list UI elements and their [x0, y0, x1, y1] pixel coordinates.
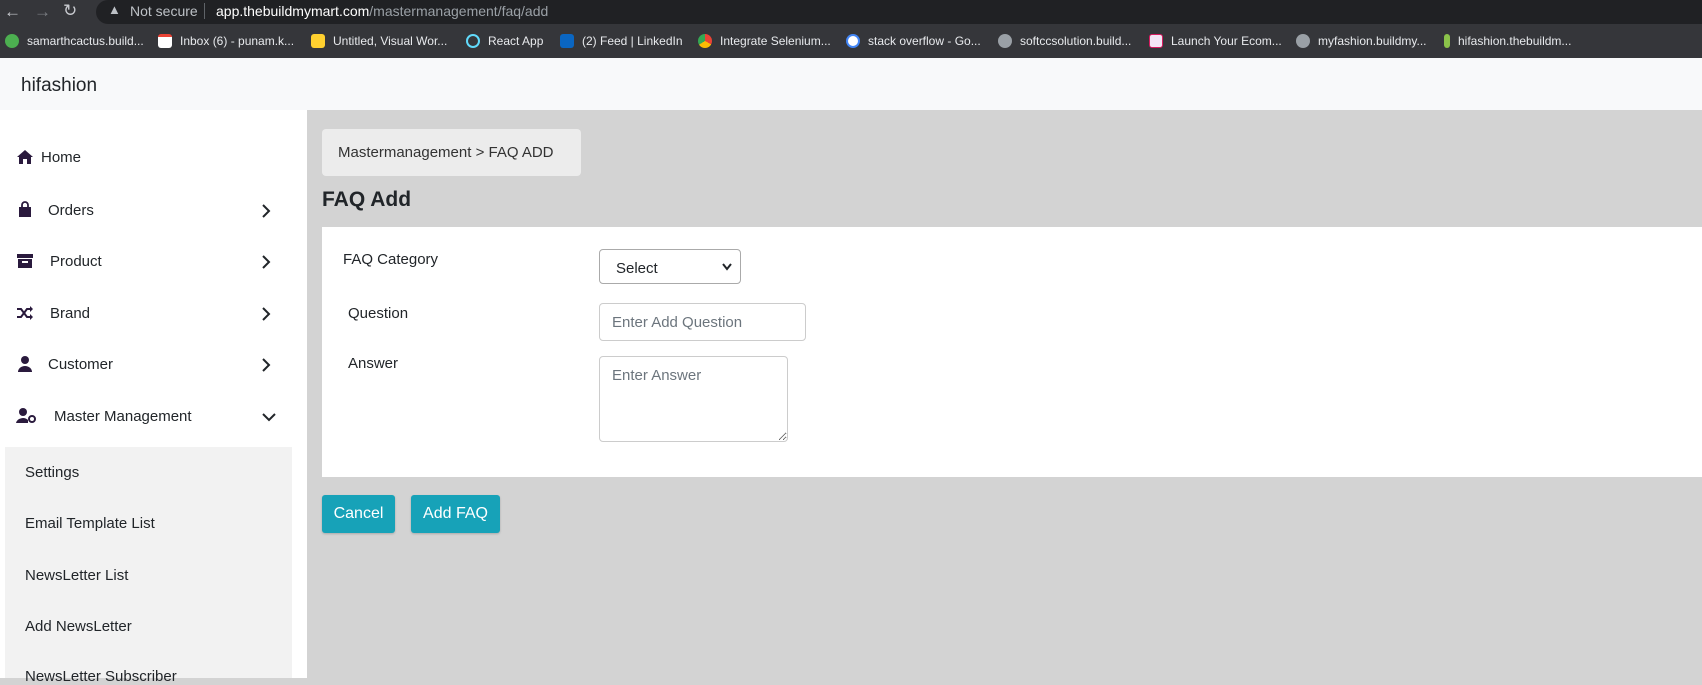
submenu-item-settings[interactable]: Settings: [25, 464, 79, 481]
sidebar-item-master-management[interactable]: Master Management: [0, 397, 307, 437]
bookmark-item[interactable]: stack overflow - Go...: [846, 34, 981, 48]
cancel-button[interactable]: Cancel: [322, 495, 395, 533]
bookmark-label: Untitled, Visual Wor...: [333, 34, 448, 48]
breadcrumb: Mastermanagement > FAQ ADD: [322, 129, 581, 176]
sidebar-item-label: Brand: [50, 305, 91, 322]
submenu-item-newsletter-subscriber[interactable]: NewsLetter Subscriber: [25, 668, 177, 685]
url-path: /mastermanagement/faq/add: [369, 3, 549, 19]
home-icon: [17, 150, 33, 164]
gmail-icon: [158, 34, 172, 48]
master-management-submenu: Settings Email Template List NewsLetter …: [5, 447, 292, 685]
bookmark-item[interactable]: Launch Your Ecom...: [1149, 34, 1282, 48]
chevron-down-icon: [722, 263, 732, 271]
sidebar-item-home[interactable]: Home: [0, 138, 307, 178]
chevron-down-icon: [262, 413, 276, 422]
faq-form-card: FAQ Category Select Question Answer: [322, 227, 1702, 477]
browser-toolbar: ← → ↻ ▲ Not secure app.thebuildmymart.co…: [0, 0, 1702, 24]
warning-icon: ▲: [108, 2, 121, 17]
url-divider: [204, 3, 205, 19]
bookmark-item[interactable]: hifashion.thebuildm...: [1444, 34, 1571, 48]
submenu-item-add-newsletter[interactable]: Add NewsLetter: [25, 618, 132, 635]
breadcrumb-text[interactable]: Mastermanagement > FAQ ADD: [338, 144, 554, 161]
answer-textarea[interactable]: [599, 356, 788, 442]
security-label: Not secure: [130, 3, 198, 19]
google-icon: [846, 34, 860, 48]
bookmark-label: softccsolution.build...: [1020, 34, 1132, 48]
bookmark-favicon-icon: [5, 34, 19, 48]
sidebar-item-label: Home: [41, 149, 82, 166]
bookmark-label: (2) Feed | LinkedIn: [582, 34, 683, 48]
sidebar-item-product[interactable]: Product: [0, 242, 307, 282]
linkedin-icon: [560, 34, 574, 48]
page-title: FAQ Add: [322, 188, 412, 211]
globe-icon: [998, 34, 1012, 48]
react-icon: [466, 34, 480, 48]
question-input[interactable]: [599, 303, 806, 341]
shopping-bag-icon: [19, 201, 31, 217]
answer-label: Answer: [348, 355, 399, 372]
globe-icon: [1296, 34, 1310, 48]
user-cog-icon: [16, 408, 36, 423]
bookmark-label: stack overflow - Go...: [868, 34, 981, 48]
bookmark-label: React App: [488, 34, 544, 48]
faq-category-selected-value: Select: [616, 260, 658, 277]
faq-category-select[interactable]: Select: [599, 249, 741, 284]
sidebar-item-label: Customer: [48, 356, 114, 373]
bookmark-item[interactable]: myfashion.buildmy...: [1296, 34, 1427, 48]
sidebar-item-label: Orders: [48, 202, 94, 219]
address-bar[interactable]: ▲ Not secure app.thebuildmymart.com/mast…: [96, 0, 1702, 24]
sidebar-item-brand[interactable]: Brand: [0, 294, 307, 334]
chevron-right-icon: [262, 255, 271, 269]
url-host: app.thebuildmymart.com: [216, 3, 370, 19]
bookmark-item[interactable]: Untitled, Visual Wor...: [311, 34, 447, 48]
shuffle-icon: [17, 306, 33, 320]
sidebar-item-label: Product: [50, 253, 102, 270]
bookmark-item[interactable]: samarthcactus.build...: [5, 34, 144, 48]
leaf-icon: [1444, 34, 1450, 48]
submenu-item-email-template-list[interactable]: Email Template List: [25, 515, 155, 532]
user-icon: [18, 356, 32, 372]
submenu-item-newsletter-list[interactable]: NewsLetter List: [25, 567, 128, 584]
store-icon: [1149, 34, 1163, 48]
main-content: Mastermanagement > FAQ ADD FAQ Add FAQ C…: [307, 110, 1702, 678]
sidebar-item-customer[interactable]: Customer: [0, 345, 307, 385]
bookmark-item[interactable]: Inbox (6) - punam.k...: [158, 34, 294, 48]
bookmark-item[interactable]: Integrate Selenium...: [698, 34, 831, 48]
bookmark-item[interactable]: (2) Feed | LinkedIn: [560, 34, 683, 48]
app-navbar: hifashion: [0, 58, 1702, 110]
question-label: Question: [348, 305, 409, 322]
faq-category-label: FAQ Category: [343, 251, 439, 268]
bookmark-label: samarthcactus.build...: [27, 34, 144, 48]
chevron-right-icon: [262, 307, 271, 321]
bookmark-label: hifashion.thebuildm...: [1458, 34, 1572, 48]
forward-arrow-icon[interactable]: →: [34, 2, 51, 22]
bookmark-label: myfashion.buildmy...: [1318, 34, 1427, 48]
back-arrow-icon[interactable]: ←: [4, 2, 21, 22]
add-faq-button[interactable]: Add FAQ: [411, 495, 500, 533]
bookmark-label: Integrate Selenium...: [720, 34, 831, 48]
chrome-icon: [698, 34, 712, 48]
sidebar-item-label: Master Management: [54, 408, 192, 425]
brand-name[interactable]: hifashion: [21, 75, 97, 97]
bookmark-item[interactable]: React App: [466, 34, 543, 48]
url-text[interactable]: app.thebuildmymart.com/mastermanagement/…: [216, 3, 548, 19]
sidebar-item-orders[interactable]: Orders: [0, 191, 307, 231]
miro-icon: [311, 34, 325, 48]
chevron-right-icon: [262, 358, 271, 372]
bookmarks-bar: samarthcactus.build... Inbox (6) - punam…: [0, 24, 1702, 58]
archive-box-icon: [17, 254, 33, 268]
chevron-right-icon: [262, 204, 271, 218]
reload-icon[interactable]: ↻: [63, 1, 77, 21]
bookmark-label: Inbox (6) - punam.k...: [180, 34, 295, 48]
bookmark-item[interactable]: softccsolution.build...: [998, 34, 1131, 48]
bookmark-label: Launch Your Ecom...: [1171, 34, 1282, 48]
